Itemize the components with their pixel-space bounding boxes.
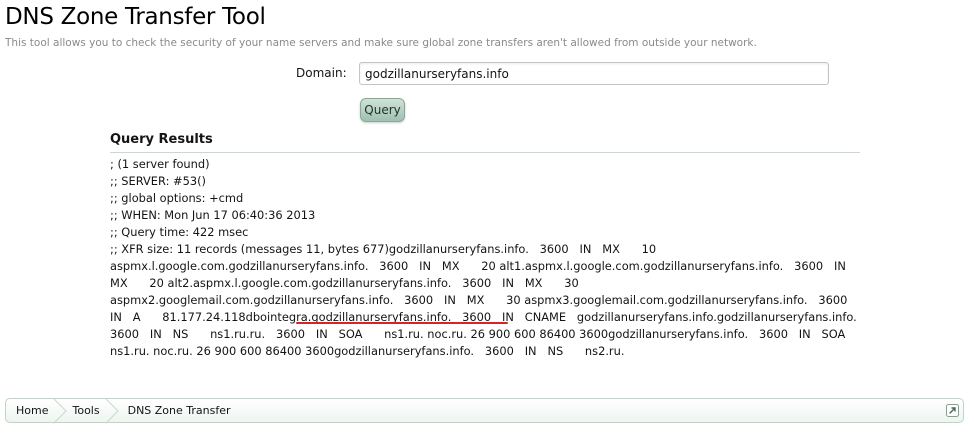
zone-records: ;; XFR size: 11 records (messages 11, by…: [110, 242, 868, 358]
result-line: ;; global options: +cmd: [110, 191, 244, 205]
domain-label: Domain:: [296, 66, 347, 80]
breadcrumb: Home Tools DNS Zone Transfer: [5, 398, 964, 423]
result-line: ;; Query time: 422 msec: [110, 225, 249, 239]
result-line: ; (1 server found): [110, 157, 210, 171]
page-description: This tool allows you to check the securi…: [5, 37, 757, 49]
result-line: ;; SERVER: #53(): [110, 174, 206, 188]
breadcrumb-current: DNS Zone Transfer: [127, 404, 231, 417]
page-title: DNS Zone Transfer Tool: [5, 4, 266, 30]
jump-to-top-icon[interactable]: [946, 404, 959, 417]
breadcrumb-tools[interactable]: Tools: [62, 399, 113, 422]
highlight-underline: [296, 322, 508, 324]
result-line: ;; WHEN: Mon Jun 17 06:40:36 2013: [110, 208, 316, 222]
breadcrumb-home[interactable]: Home: [6, 399, 62, 422]
query-button[interactable]: Query: [360, 98, 405, 122]
query-results-heading: Query Results: [110, 132, 860, 153]
query-results-output: ; (1 server found) ;; SERVER: #53() ;; g…: [110, 156, 862, 360]
domain-input[interactable]: [359, 62, 829, 85]
